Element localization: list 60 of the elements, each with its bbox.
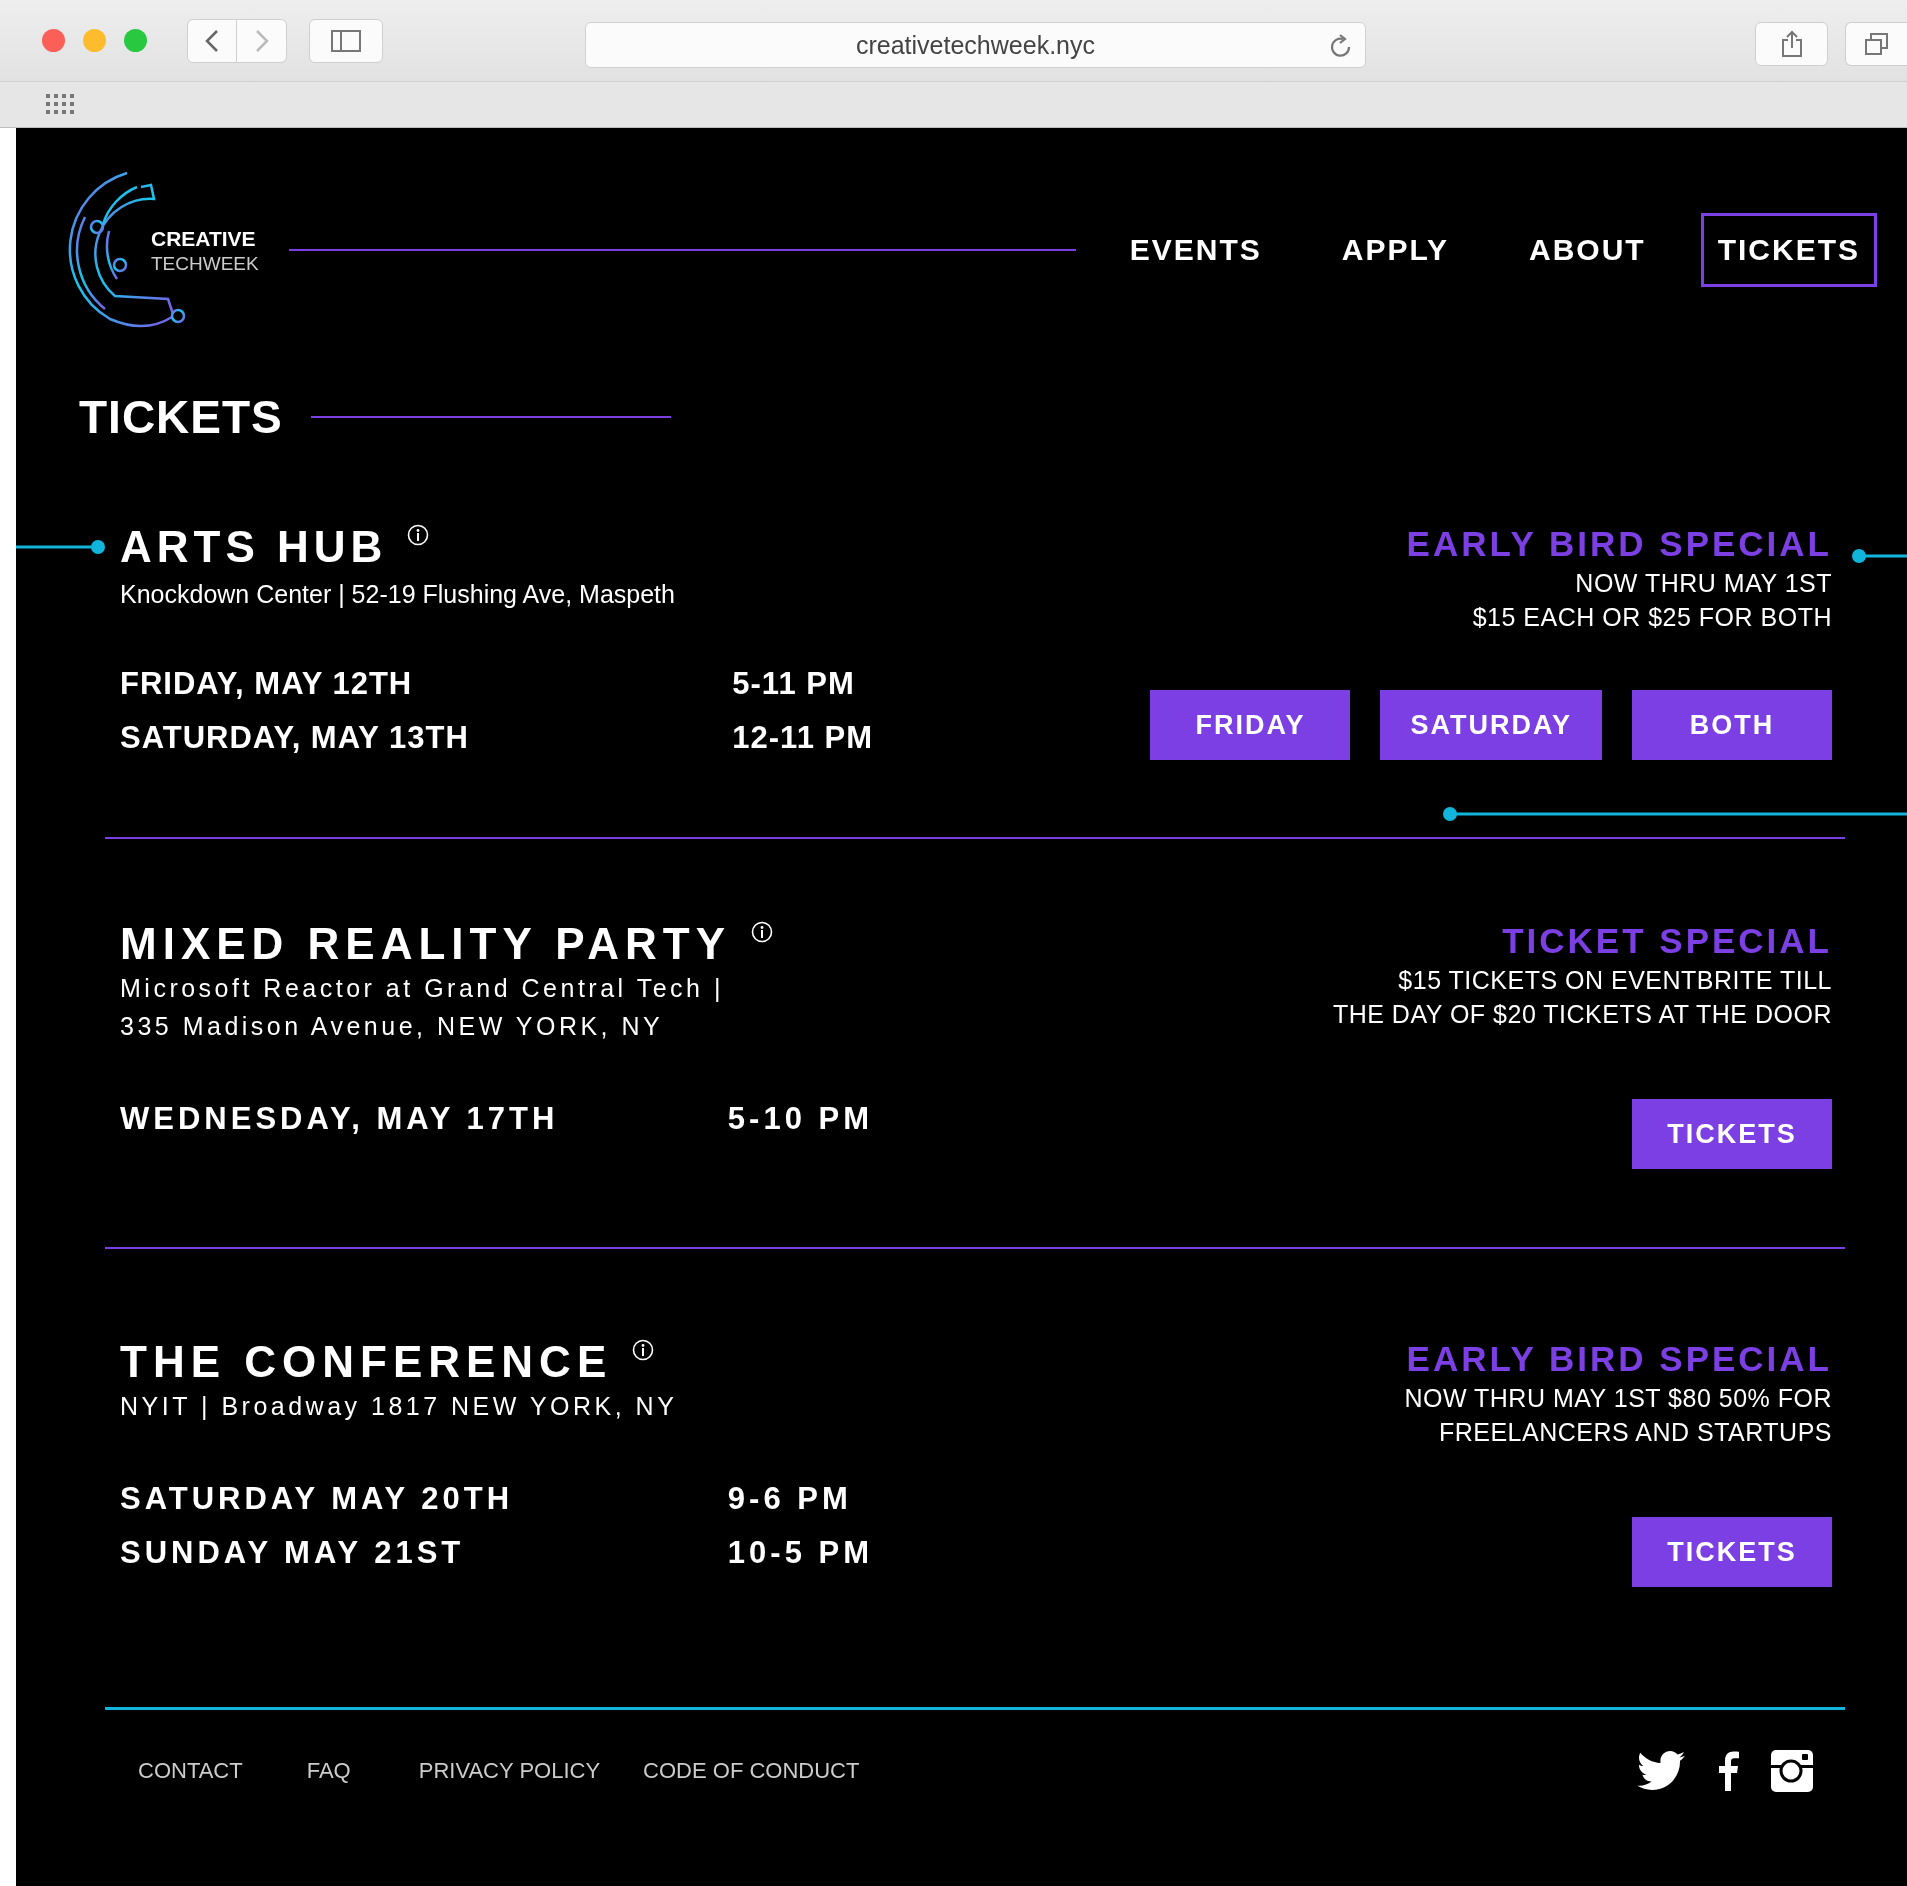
offer-text: NOW THRU MAY 1ST xyxy=(1575,568,1832,599)
sidebar-button[interactable] xyxy=(309,18,383,63)
event-title: THE CONFERENCE xyxy=(120,1337,613,1387)
bird-icon[interactable] xyxy=(1637,1751,1685,1791)
venue-address: NYIT | Broadway 1817 NEW YORK, NY xyxy=(120,1391,679,1422)
tabs-icon[interactable] xyxy=(1863,32,1890,56)
event-time: 12-11 PM xyxy=(732,719,873,757)
offer-text: NOW THRU MAY 1ST $80 50% FOR xyxy=(1404,1383,1832,1414)
close-button[interactable] xyxy=(42,29,65,52)
venue-address: 335 Madison Avenue, NEW YORK, NY xyxy=(120,1011,665,1042)
event-date: WEDNESDAY, MAY 17TH xyxy=(120,1100,560,1138)
nav-link[interactable]: ABOUT xyxy=(1504,213,1671,287)
event-date: SATURDAY MAY 20TH xyxy=(120,1480,515,1518)
offer-text: THE DAY OF $20 TICKETS AT THE DOOR xyxy=(1332,999,1832,1030)
ticket-button[interactable]: SATURDAY xyxy=(1380,690,1602,760)
event-date: FRIDAY, MAY 12TH xyxy=(120,665,414,703)
offer-text: $15 TICKETS ON EVENTBRITE TILL xyxy=(1398,965,1832,996)
event-time: 10-5 PM xyxy=(727,1534,873,1572)
letter-f-icon[interactable] xyxy=(1717,1751,1739,1791)
venue-address: Knockdown Center | 52-19 Flushing Ave, Maspeth xyxy=(120,579,676,610)
venue-address: Microsoft Reactor at Grand Central Tech | xyxy=(120,973,725,1004)
offer-title: EARLY BIRD SPECIAL xyxy=(1406,1338,1832,1380)
apps-grid-icon[interactable] xyxy=(46,93,76,116)
footer-link[interactable]: CODE OF CONDUCT xyxy=(643,1758,860,1784)
ticket-button[interactable]: BOTH xyxy=(1632,690,1832,760)
ticket-button[interactable]: FRIDAY xyxy=(1150,690,1351,760)
ticket-button[interactable]: TICKETS xyxy=(1632,1517,1832,1587)
sidebar-icon[interactable] xyxy=(331,29,361,52)
offer-text: FREELANCERS AND STARTUPS xyxy=(1438,1417,1832,1448)
offer-text: $15 EACH OR $25 FOR BOTH xyxy=(1472,602,1832,633)
chevron-left-icon[interactable] xyxy=(205,28,219,53)
page-title: TICKETS xyxy=(79,390,283,444)
back-button[interactable] xyxy=(187,18,237,63)
offer-title: TICKET SPECIAL xyxy=(1502,920,1832,962)
connector-line xyxy=(1852,549,1907,563)
event-title: ARTS HUB xyxy=(120,522,388,572)
nav-link[interactable]: EVENTS xyxy=(1104,213,1287,287)
share-button[interactable] xyxy=(1755,22,1828,66)
logo-text: TECHWEEK xyxy=(151,252,259,276)
footer-link[interactable]: FAQ xyxy=(306,1758,351,1784)
footer-link[interactable]: PRIVACY POLICY xyxy=(418,1758,601,1784)
logo-text: CREATIVE xyxy=(151,226,257,251)
event-time: 5-10 PM xyxy=(727,1100,873,1138)
offer-title: EARLY BIRD SPECIAL xyxy=(1406,523,1832,565)
event-time: 9-6 PM xyxy=(727,1480,853,1518)
info-icon[interactable] xyxy=(632,1339,655,1361)
camera-icon[interactable] xyxy=(1771,1750,1813,1792)
event-date: SUNDAY MAY 21ST xyxy=(120,1534,466,1572)
ticket-button[interactable]: TICKETS xyxy=(1632,1099,1832,1169)
nav-link[interactable]: APPLY xyxy=(1316,213,1474,287)
info-icon[interactable] xyxy=(407,524,430,546)
event-date: SATURDAY, MAY 13TH xyxy=(120,719,470,757)
nav-link[interactable]: TICKETS xyxy=(1700,213,1877,287)
event-time: 5-11 PM xyxy=(732,665,856,703)
tabs-button[interactable] xyxy=(1845,22,1907,66)
footer-link[interactable]: CONTACT xyxy=(138,1758,243,1784)
share-icon[interactable] xyxy=(1780,30,1803,58)
info-icon[interactable] xyxy=(751,921,774,943)
address-field[interactable]: creativetechweek.nyc xyxy=(585,22,1366,68)
event-title: MIXED REALITY PARTY xyxy=(120,919,732,969)
